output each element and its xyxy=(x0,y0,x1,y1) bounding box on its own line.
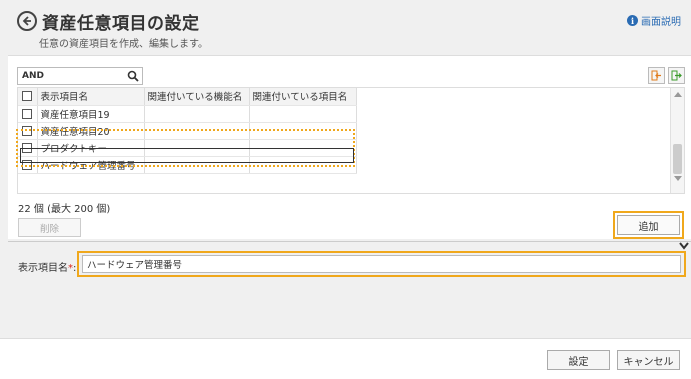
scroll-up-icon[interactable] xyxy=(674,92,682,97)
info-icon: i xyxy=(627,15,638,26)
row-checkbox[interactable] xyxy=(22,142,33,153)
display-name-label: 表示項目名*: xyxy=(18,259,76,274)
cell-display-name: プロダクトキー xyxy=(37,139,145,157)
column-header-feature[interactable]: 関連付いている機能名 xyxy=(144,88,250,106)
cell-feature xyxy=(144,139,250,157)
help-link[interactable]: i 画面説明 xyxy=(627,13,681,28)
display-name-input[interactable] xyxy=(82,255,681,273)
table-header-row: 表示項目名 関連付いている機能名 関連付いている項目名 xyxy=(18,88,357,106)
select-all-cell xyxy=(18,88,38,106)
cancel-button[interactable]: キャンセル xyxy=(617,350,680,370)
column-header-display-name[interactable]: 表示項目名 xyxy=(37,88,145,106)
help-label: 画面説明 xyxy=(641,17,681,28)
search-box[interactable] xyxy=(17,67,143,85)
import-button[interactable] xyxy=(648,67,665,84)
cell-feature xyxy=(144,156,250,174)
page-header: 資産任意項目の設定 任意の資産項目を作成、編集します。 i 画面説明 xyxy=(0,0,691,55)
column-header-item[interactable]: 関連付いている項目名 xyxy=(249,88,357,106)
page-title: 資産任意項目の設定 xyxy=(42,14,200,34)
cell-display-name: ハードウェア管理番号 xyxy=(37,156,145,174)
row-checkbox[interactable] xyxy=(22,108,33,119)
row-checkbox-cell xyxy=(18,139,38,157)
row-checkbox-cell xyxy=(18,122,38,140)
select-all-checkbox[interactable] xyxy=(22,91,33,102)
save-button[interactable]: 設定 xyxy=(547,350,610,370)
search-input[interactable] xyxy=(18,68,118,84)
cell-item xyxy=(249,105,357,123)
table-row[interactable]: 資産任意項目19 xyxy=(18,105,357,123)
row-checkbox[interactable] xyxy=(22,159,33,170)
cell-item xyxy=(249,156,357,174)
list-panel: 表示項目名 関連付いている機能名 関連付いている項目名 資産任意項目19 資 xyxy=(8,55,691,239)
chevron-down-icon[interactable] xyxy=(679,242,689,250)
export-button[interactable] xyxy=(668,67,685,84)
cell-display-name: 資産任意項目20 xyxy=(37,122,145,140)
search-icon[interactable] xyxy=(127,70,139,82)
add-button[interactable]: 追加 xyxy=(617,215,680,235)
items-table: 表示項目名 関連付いている機能名 関連付いている項目名 資産任意項目19 資産任… xyxy=(17,87,685,194)
import-icon xyxy=(651,70,661,81)
row-checkbox-cell xyxy=(18,105,38,123)
field-label-colon: : xyxy=(73,263,77,274)
cell-display-name: 資産任意項目19 xyxy=(37,105,145,123)
section-divider xyxy=(8,241,691,242)
delete-button[interactable]: 削除 xyxy=(18,218,81,237)
row-checkbox[interactable] xyxy=(22,125,33,136)
page-subtitle: 任意の資産項目を作成、編集します。 xyxy=(39,39,208,50)
cell-item xyxy=(249,122,357,140)
table-row[interactable]: 資産任意項目20 xyxy=(18,122,357,140)
export-icon xyxy=(671,70,682,81)
cell-feature xyxy=(144,122,250,140)
item-count: 22 個 (最大 200 個) xyxy=(18,204,111,215)
cell-feature xyxy=(144,105,250,123)
row-checkbox-cell xyxy=(18,156,38,174)
field-label-text: 表示項目名 xyxy=(18,263,68,274)
scroll-thumb[interactable] xyxy=(673,144,682,174)
export-buttons xyxy=(648,67,685,84)
scroll-down-icon[interactable] xyxy=(674,176,682,181)
back-arrow-icon[interactable] xyxy=(17,11,37,31)
table-row[interactable]: プロダクトキー xyxy=(18,139,357,157)
cell-item xyxy=(249,139,357,157)
table-row-selected[interactable]: ハードウェア管理番号 xyxy=(18,156,357,174)
table-scrollbar[interactable] xyxy=(670,88,684,193)
